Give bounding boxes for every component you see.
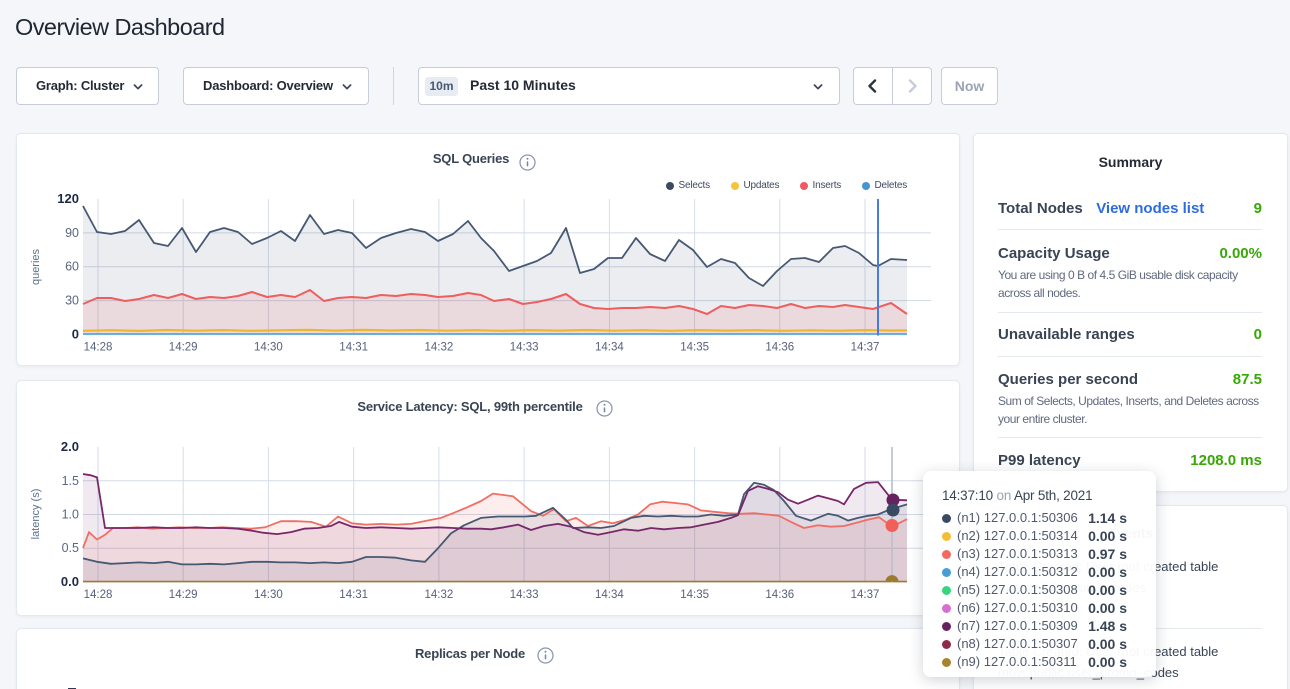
- svg-text:14:32: 14:32: [425, 589, 454, 601]
- svg-text:14:36: 14:36: [765, 589, 794, 601]
- svg-text:14:34: 14:34: [595, 342, 624, 354]
- svg-text:14:34: 14:34: [595, 589, 624, 601]
- svg-text:14:30: 14:30: [254, 589, 283, 601]
- svg-text:14:29: 14:29: [169, 589, 198, 601]
- svg-text:14:29: 14:29: [169, 342, 198, 354]
- svg-text:14:33: 14:33: [510, 342, 539, 354]
- svg-text:14:37: 14:37: [851, 342, 880, 354]
- svg-text:14:35: 14:35: [680, 589, 709, 601]
- svg-text:90: 90: [65, 226, 79, 240]
- svg-text:14:32: 14:32: [425, 342, 454, 354]
- svg-text:1.5: 1.5: [62, 474, 79, 488]
- svg-text:14:33: 14:33: [510, 589, 539, 601]
- svg-text:14:37: 14:37: [851, 589, 880, 601]
- svg-text:14:31: 14:31: [339, 342, 368, 354]
- svg-text:30: 30: [65, 294, 79, 308]
- svg-text:0: 0: [72, 327, 79, 342]
- svg-text:14:28: 14:28: [84, 342, 113, 354]
- svg-text:14:36: 14:36: [765, 342, 794, 354]
- svg-text:queries: queries: [30, 248, 42, 285]
- svg-text:14:35: 14:35: [680, 342, 709, 354]
- svg-text:14:30: 14:30: [254, 342, 283, 354]
- svg-text:0.0: 0.0: [61, 574, 79, 589]
- svg-text:14:28: 14:28: [84, 589, 113, 601]
- svg-text:120: 120: [57, 191, 79, 206]
- svg-text:14:31: 14:31: [339, 589, 368, 601]
- svg-text:latency (s): latency (s): [30, 489, 42, 540]
- svg-text:2.0: 2.0: [61, 439, 79, 454]
- svg-text:0.5: 0.5: [62, 541, 79, 555]
- svg-text:1.0: 1.0: [62, 508, 79, 522]
- svg-text:60: 60: [65, 260, 79, 274]
